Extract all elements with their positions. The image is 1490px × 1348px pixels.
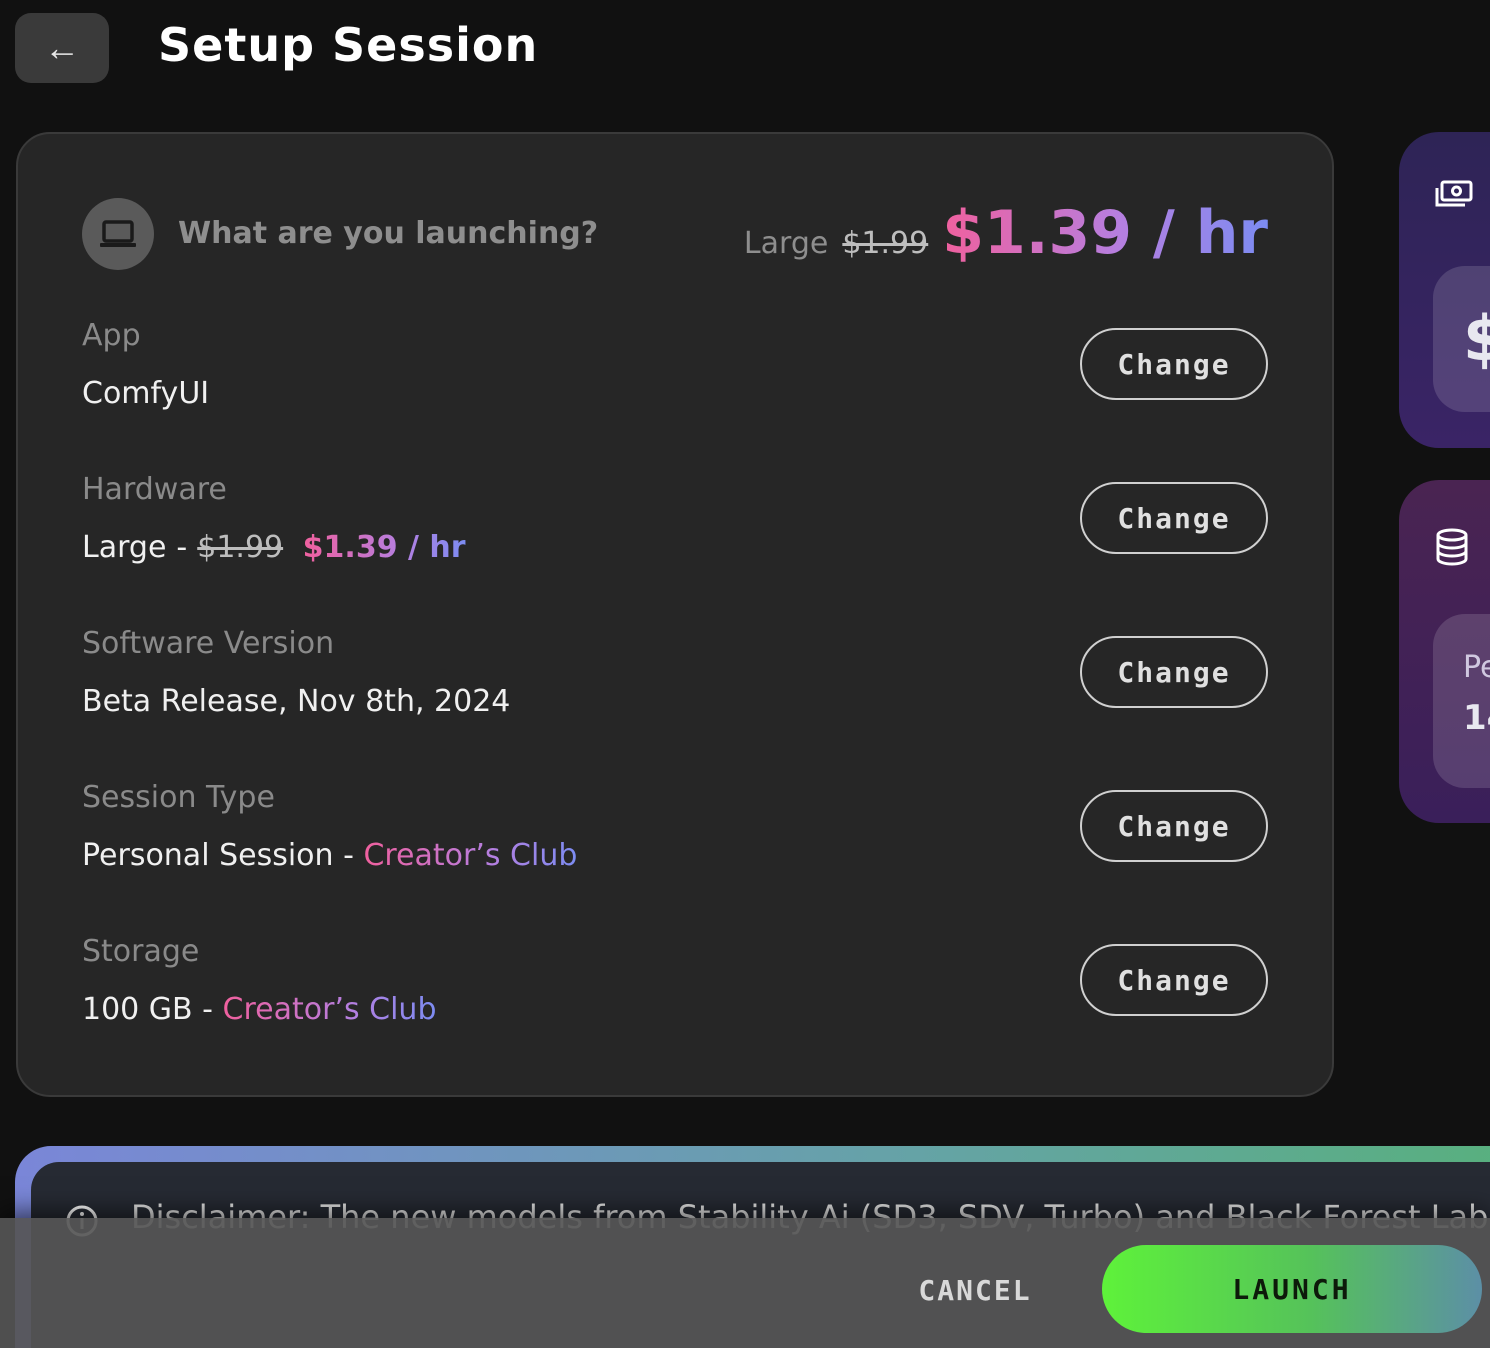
- change-app-button[interactable]: Change: [1080, 328, 1268, 400]
- row-label: App: [82, 318, 141, 353]
- storage-label: Pe: [1463, 650, 1490, 685]
- launch-question: What are you launching?: [178, 216, 599, 251]
- row-storage: Storage 100 GB - Creator’s Club Change: [82, 934, 1268, 1054]
- row-hardware: Hardware Large - $1.99 $1.39 / hr Change: [82, 472, 1268, 592]
- row-value: Large - $1.99 $1.39 / hr: [82, 530, 466, 565]
- footer-bar: CANCEL LAUNCH: [0, 1218, 1490, 1348]
- row-label: Session Type: [82, 780, 275, 815]
- change-hardware-button[interactable]: Change: [1080, 482, 1268, 554]
- session-type-highlight: Creator’s Club: [363, 838, 578, 873]
- laptop-icon: [82, 198, 154, 270]
- storage-value-box: Pe 14: [1433, 614, 1490, 788]
- cost-card: $: [1399, 132, 1490, 448]
- arrow-left-icon: ←: [44, 27, 80, 68]
- change-software-button[interactable]: Change: [1080, 636, 1268, 708]
- row-label: Storage: [82, 934, 200, 969]
- session-type-value: Personal Session -: [82, 838, 364, 873]
- setup-session-page: ← Setup Session What are you launching? …: [0, 0, 1490, 1348]
- summary-header: What are you launching? Large $1.99 $1.3…: [82, 198, 1268, 274]
- change-session-type-button[interactable]: Change: [1080, 790, 1268, 862]
- row-software-version: Software Version Beta Release, Nov 8th, …: [82, 626, 1268, 746]
- cancel-button[interactable]: CANCEL: [890, 1262, 1060, 1318]
- cost-value-box: $: [1433, 266, 1490, 412]
- row-value: 100 GB - Creator’s Club: [82, 992, 437, 1027]
- summary-tier: Large: [743, 226, 829, 261]
- hardware-separator: -: [176, 530, 188, 565]
- page-title: Setup Session: [158, 18, 539, 72]
- summary-new-price: $1.39 / hr: [942, 198, 1268, 268]
- cost-value: $: [1463, 302, 1490, 375]
- change-storage-button[interactable]: Change: [1080, 944, 1268, 1016]
- storage-highlight: Creator’s Club: [222, 992, 437, 1027]
- row-app: App ComfyUI Change: [82, 318, 1268, 438]
- back-button[interactable]: ←: [15, 13, 109, 83]
- hardware-old-price: $1.99: [197, 530, 284, 565]
- row-label: Hardware: [82, 472, 227, 507]
- storage-card: Pe 14: [1399, 480, 1490, 823]
- row-value: Beta Release, Nov 8th, 2024: [82, 684, 511, 719]
- database-icon: [1435, 528, 1469, 570]
- money-icon: [1435, 180, 1473, 212]
- row-session-type: Session Type Personal Session - Creator’…: [82, 780, 1268, 900]
- row-value: ComfyUI: [82, 376, 210, 411]
- summary-old-price: $1.99: [842, 226, 929, 261]
- storage-value: 100 GB -: [82, 992, 223, 1027]
- launch-button[interactable]: LAUNCH: [1102, 1245, 1482, 1333]
- storage-number: 14: [1463, 698, 1490, 738]
- row-label: Software Version: [82, 626, 335, 661]
- summary-price: Large $1.99 $1.39 / hr: [744, 198, 1268, 268]
- hardware-new-price: $1.39 / hr: [302, 530, 466, 565]
- hardware-tier: Large: [82, 530, 167, 565]
- session-summary-card: What are you launching? Large $1.99 $1.3…: [16, 132, 1334, 1097]
- row-value: Personal Session - Creator’s Club: [82, 838, 577, 873]
